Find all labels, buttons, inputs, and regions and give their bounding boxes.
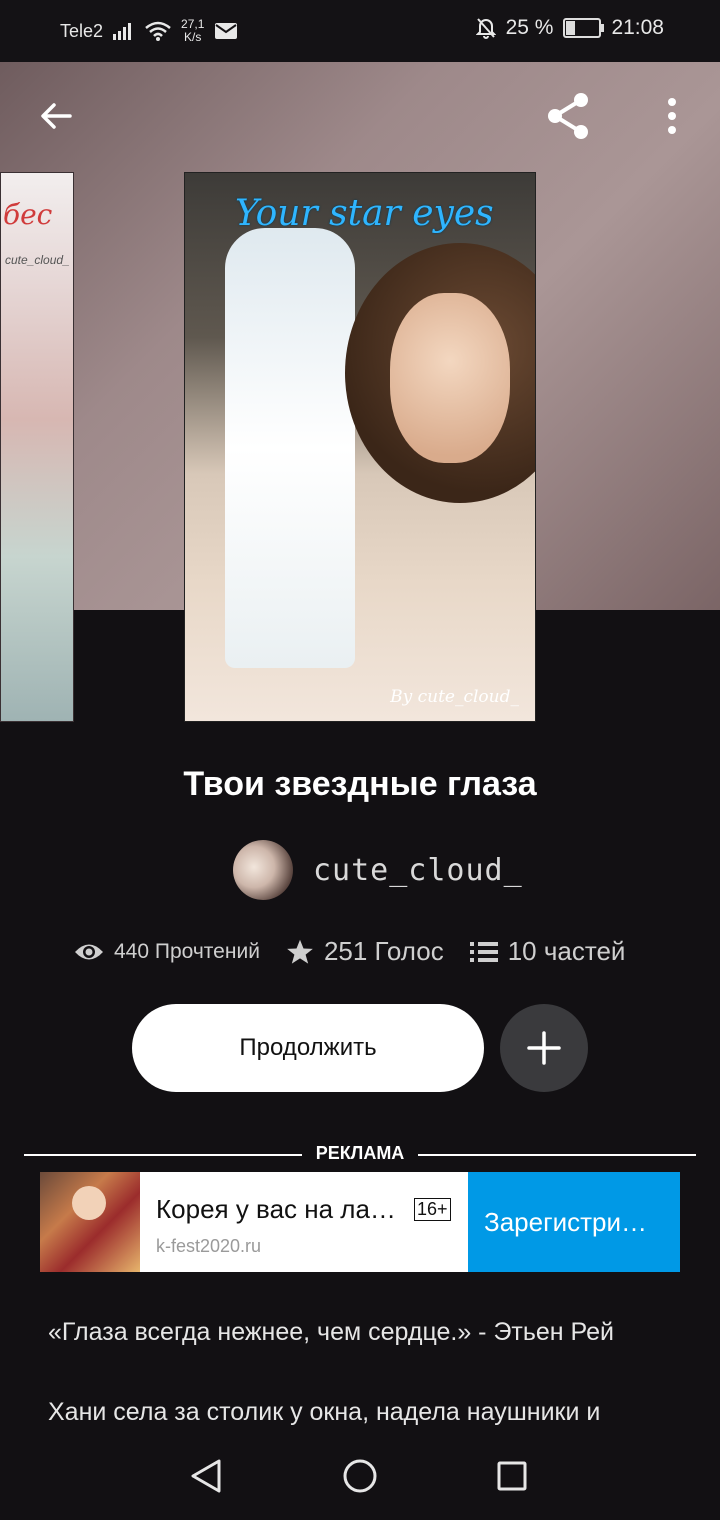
- triangle-back-icon: [191, 1459, 221, 1493]
- side-cover-author: cute_cloud_: [5, 253, 70, 267]
- back-button[interactable]: [30, 90, 82, 142]
- mail-icon: [215, 23, 238, 39]
- ad-age-rating: 16+: [414, 1198, 451, 1221]
- reads-count: 440 Прочтений: [114, 939, 260, 963]
- battery-percent: 25 %: [505, 16, 554, 39]
- ad-headline[interactable]: Корея у вас на ла…: [156, 1194, 406, 1225]
- parts-stat: 10 частей: [469, 936, 626, 967]
- network-speed: 27,1 K/s: [181, 18, 204, 44]
- star-icon: [287, 939, 313, 964]
- avatar[interactable]: [233, 840, 293, 900]
- nav-back-button[interactable]: [180, 1452, 232, 1500]
- votes-stat: 251 Голос: [286, 936, 444, 967]
- more-vertical-icon: [668, 98, 676, 134]
- continue-reading-button[interactable]: Продолжить: [132, 1004, 484, 1092]
- ad-cta-button[interactable]: Зарегистри…: [468, 1172, 680, 1272]
- square-recents-icon: [497, 1461, 527, 1491]
- bell-off-icon: [475, 18, 496, 39]
- share-button[interactable]: [538, 88, 598, 144]
- story-title: Твои звездные глаза: [183, 765, 537, 803]
- plus-icon: [527, 1031, 561, 1065]
- clock: 21:08: [611, 16, 664, 39]
- status-bar: Tele2 27,1 K/s 25 % 21:08: [0, 0, 720, 62]
- wifi-icon: [145, 21, 171, 41]
- list-icon: [469, 941, 498, 962]
- parts-count: 10 частей: [507, 936, 626, 966]
- status-right: 25 % 21:08: [475, 16, 664, 40]
- navigation-bar: [0, 1430, 720, 1520]
- story-text-line-1: «Глаза всегда нежнее, чем сердце.» - Эть…: [48, 1318, 614, 1346]
- cover-face-shape: [390, 293, 510, 463]
- share-icon: [548, 93, 588, 139]
- ad-banner[interactable]: Корея у вас на ла… 16+ k-fest2020.ru Зар…: [40, 1172, 680, 1272]
- nav-home-button[interactable]: [334, 1452, 386, 1500]
- add-to-library-button[interactable]: [500, 1004, 588, 1092]
- battery-icon: [563, 18, 605, 38]
- eye-icon: [75, 944, 103, 959]
- story-cover[interactable]: Your star eyes By cute_cloud_: [184, 172, 536, 722]
- side-cover-title: бес: [3, 198, 53, 231]
- votes-count: 251 Голос: [323, 936, 444, 966]
- arrow-left-icon: [41, 103, 72, 129]
- signal-icon: [113, 23, 132, 40]
- ad-url: k-fest2020.ru: [156, 1236, 262, 1256]
- status-left: Tele2 27,1 K/s: [60, 18, 238, 44]
- ad-divider-right: [418, 1154, 696, 1156]
- cover-author: By cute_cloud_: [390, 687, 519, 707]
- carrier-label: Tele2: [60, 20, 104, 41]
- previous-story-cover[interactable]: бес cute_cloud_: [0, 172, 74, 722]
- author-name[interactable]: cute_cloud_: [313, 853, 523, 888]
- author-row[interactable]: cute_cloud_: [233, 840, 523, 900]
- cover-title: Your star eyes: [235, 193, 494, 234]
- more-options-button[interactable]: [650, 90, 694, 142]
- nav-recents-button[interactable]: [486, 1452, 538, 1500]
- story-text-line-2: Хани села за столик у окна, надела наушн…: [48, 1398, 601, 1426]
- cover-window-shape: [225, 228, 355, 668]
- speed-unit: K/s: [184, 30, 202, 44]
- circle-home-icon: [343, 1459, 377, 1493]
- ad-text-block[interactable]: Корея у вас на ла… 16+ k-fest2020.ru: [140, 1172, 468, 1272]
- ad-image[interactable]: [40, 1172, 140, 1272]
- reads-stat: 440 Прочтений: [74, 940, 260, 964]
- story-stats: 440 Прочтений 251 Голос 10 частей: [74, 936, 625, 967]
